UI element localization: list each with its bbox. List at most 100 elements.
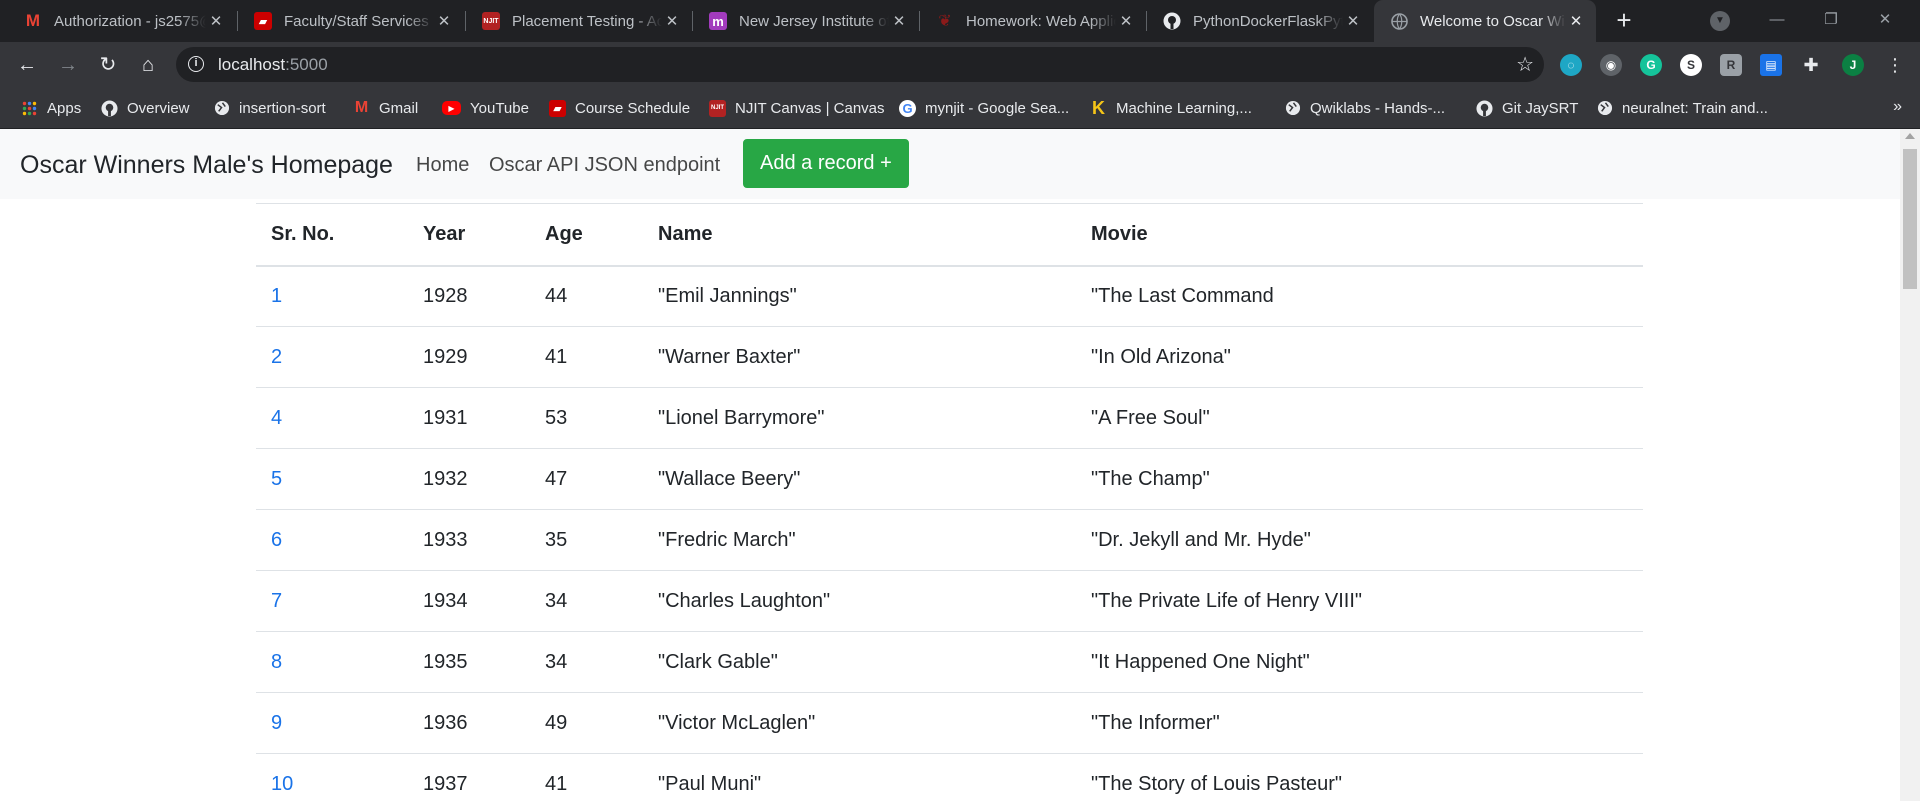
table-header-row: Sr. No. Year Age Name Movie [256,203,1643,267]
record-link[interactable]: 8 [271,651,282,673]
bookmarks-bar: Apps Overview insertion-sort M Gmail ▶ Y… [0,87,1920,129]
cell-movie: "In Old Arizona" [1076,326,1643,388]
cell-movie: "It Happened One Night" [1076,631,1643,693]
tab-search-icon[interactable]: ▼ [1710,11,1730,31]
restore-icon[interactable]: ❐ [1808,6,1854,34]
bookmark-label: Apps [47,99,82,117]
bookmark-gmail[interactable]: M Gmail [353,87,418,129]
cell-year: 1933 [408,509,530,571]
record-link[interactable]: 7 [271,590,282,612]
close-icon[interactable]: ✕ [434,12,454,30]
close-icon[interactable]: ✕ [1566,12,1586,30]
minimize-icon[interactable]: — [1754,6,1800,34]
close-icon[interactable]: ✕ [889,12,909,30]
nav-home-link[interactable]: Home [416,154,469,177]
extension-r-icon[interactable]: R [1720,54,1742,76]
bookmark-git-jaysrt[interactable]: Git JaySRT [1476,87,1578,129]
cell-year: 1931 [408,387,530,449]
cell-sr-no: 5 [256,448,408,510]
tab-oscar-winners[interactable]: Welcome to Oscar Winners ✕ [1374,0,1596,42]
nav-api-link[interactable]: Oscar API JSON endpoint [489,154,720,177]
extension-doc-icon[interactable]: ▤ [1760,54,1782,76]
url-host: localhost [218,55,286,74]
bookmark-overview[interactable]: Overview [101,87,190,129]
bookmark-machine-learning[interactable]: K Machine Learning,... [1090,87,1252,129]
bookmark-label: Machine Learning,... [1116,99,1252,117]
back-icon[interactable]: ← [12,50,42,80]
bookmark-qwiklabs[interactable]: Qwiklabs - Hands-... [1284,87,1445,129]
close-icon[interactable]: ✕ [1343,12,1363,30]
cell-age: 53 [530,387,643,449]
column-header-year: Year [408,203,530,267]
cell-year: 1936 [408,692,530,754]
record-link[interactable]: 5 [271,468,282,490]
address-bar[interactable]: i localhost:5000 ☆ [176,47,1544,82]
extensions-puzzle-icon[interactable]: ✚ [1800,54,1822,76]
bookmark-njit-canvas[interactable]: NJIT NJIT Canvas | Canvas [709,87,885,129]
apps-grid-icon [21,100,38,117]
njit-icon: NJIT [482,12,500,30]
tab-njit-moodle[interactable]: m New Jersey Institute of Technology ✕ [693,0,919,42]
homework-icon: ❦ [938,13,952,30]
cell-age: 49 [530,692,643,754]
url-port: :5000 [285,55,328,74]
close-icon[interactable]: ✕ [206,12,226,30]
tab-github-docker[interactable]: PythonDockerFlaskPython ✕ [1147,0,1373,42]
column-header-movie: Movie [1076,203,1643,267]
table-row: 6 1933 35 "Fredric March" "Dr. Jekyll an… [256,509,1643,571]
record-link[interactable]: 4 [271,407,282,429]
cell-name: "Lionel Barrymore" [643,387,1076,449]
extension-record-icon[interactable]: ◉ [1600,54,1622,76]
cell-movie: "Dr. Jekyll and Mr. Hyde" [1076,509,1643,571]
bookmarks-overflow-icon[interactable]: » [1893,98,1902,116]
cell-age: 34 [530,570,643,632]
bookmark-youtube[interactable]: ▶ YouTube [442,87,529,129]
avatar[interactable]: J [1842,54,1864,76]
table-row: 7 1934 34 "Charles Laughton" "The Privat… [256,570,1643,632]
extension-s-icon[interactable]: S [1680,54,1702,76]
record-link[interactable]: 6 [271,529,282,551]
navbar-brand[interactable]: Oscar Winners Male's Homepage [20,151,393,180]
browser-toolbar: ← → ↻ ⌂ i localhost:5000 ☆ ◌ ◉ G S R ▤ ✚… [0,42,1920,87]
page-scrollbar[interactable] [1900,129,1920,801]
new-tab-button[interactable]: + [1610,7,1638,35]
grammarly-icon[interactable]: G [1640,54,1662,76]
menu-kebab-icon[interactable]: ⋮ [1880,50,1910,80]
tab-faculty-staff[interactable]: ▰ Faculty/Staff Services ✕ [238,0,464,42]
record-link[interactable]: 10 [271,773,293,795]
tab-homework[interactable]: ❦ Homework: Web Application ✕ [920,0,1146,42]
scroll-up-arrow-icon[interactable] [1905,133,1915,139]
site-info-icon[interactable]: i [188,56,204,72]
youtube-icon: ▶ [442,101,461,115]
globe-icon [1284,100,1301,117]
close-icon[interactable]: ✕ [1116,12,1136,30]
cell-year: 1932 [408,448,530,510]
reload-icon[interactable]: ↻ [93,50,123,80]
bookmark-label: mynjit - Google Sea... [925,99,1070,117]
column-header-sr-no: Sr. No. [256,203,408,267]
record-link[interactable]: 2 [271,346,282,368]
record-link[interactable]: 1 [271,285,282,307]
close-icon[interactable]: ✕ [662,12,682,30]
bookmark-insertion-sort[interactable]: insertion-sort [213,87,326,129]
add-record-button[interactable]: Add a record + [743,139,909,188]
record-link[interactable]: 9 [271,712,282,734]
scrollbar-thumb[interactable] [1903,149,1917,289]
tab-gmail-authorization[interactable]: M Authorization - js2575@njit.edu ✕ [8,0,236,42]
bookmark-star-icon[interactable]: ☆ [1516,52,1534,77]
forward-icon[interactable]: → [53,50,83,80]
tab-strip: M Authorization - js2575@njit.edu ✕ ▰ Fa… [0,0,1920,42]
bookmark-apps[interactable]: Apps [21,87,81,129]
cell-name: "Clark Gable" [643,631,1076,693]
extension-circle-icon[interactable]: ◌ [1560,54,1582,76]
column-header-name: Name [643,203,1076,267]
window-close-icon[interactable]: ✕ [1862,6,1908,34]
bookmark-neuralnet[interactable]: neuralnet: Train and... [1596,87,1768,129]
cell-name: "Fredric March" [643,509,1076,571]
home-icon[interactable]: ⌂ [133,50,163,80]
cell-sr-no: 8 [256,631,408,693]
bookmark-course-schedule[interactable]: ▰ Course Schedule [549,87,690,129]
njit-flag-icon: ▰ [549,99,566,117]
tab-placement-testing[interactable]: NJIT Placement Testing - Academic ✕ [466,0,692,42]
bookmark-mynjit-google[interactable]: G mynjit - Google Sea... [899,87,1069,129]
